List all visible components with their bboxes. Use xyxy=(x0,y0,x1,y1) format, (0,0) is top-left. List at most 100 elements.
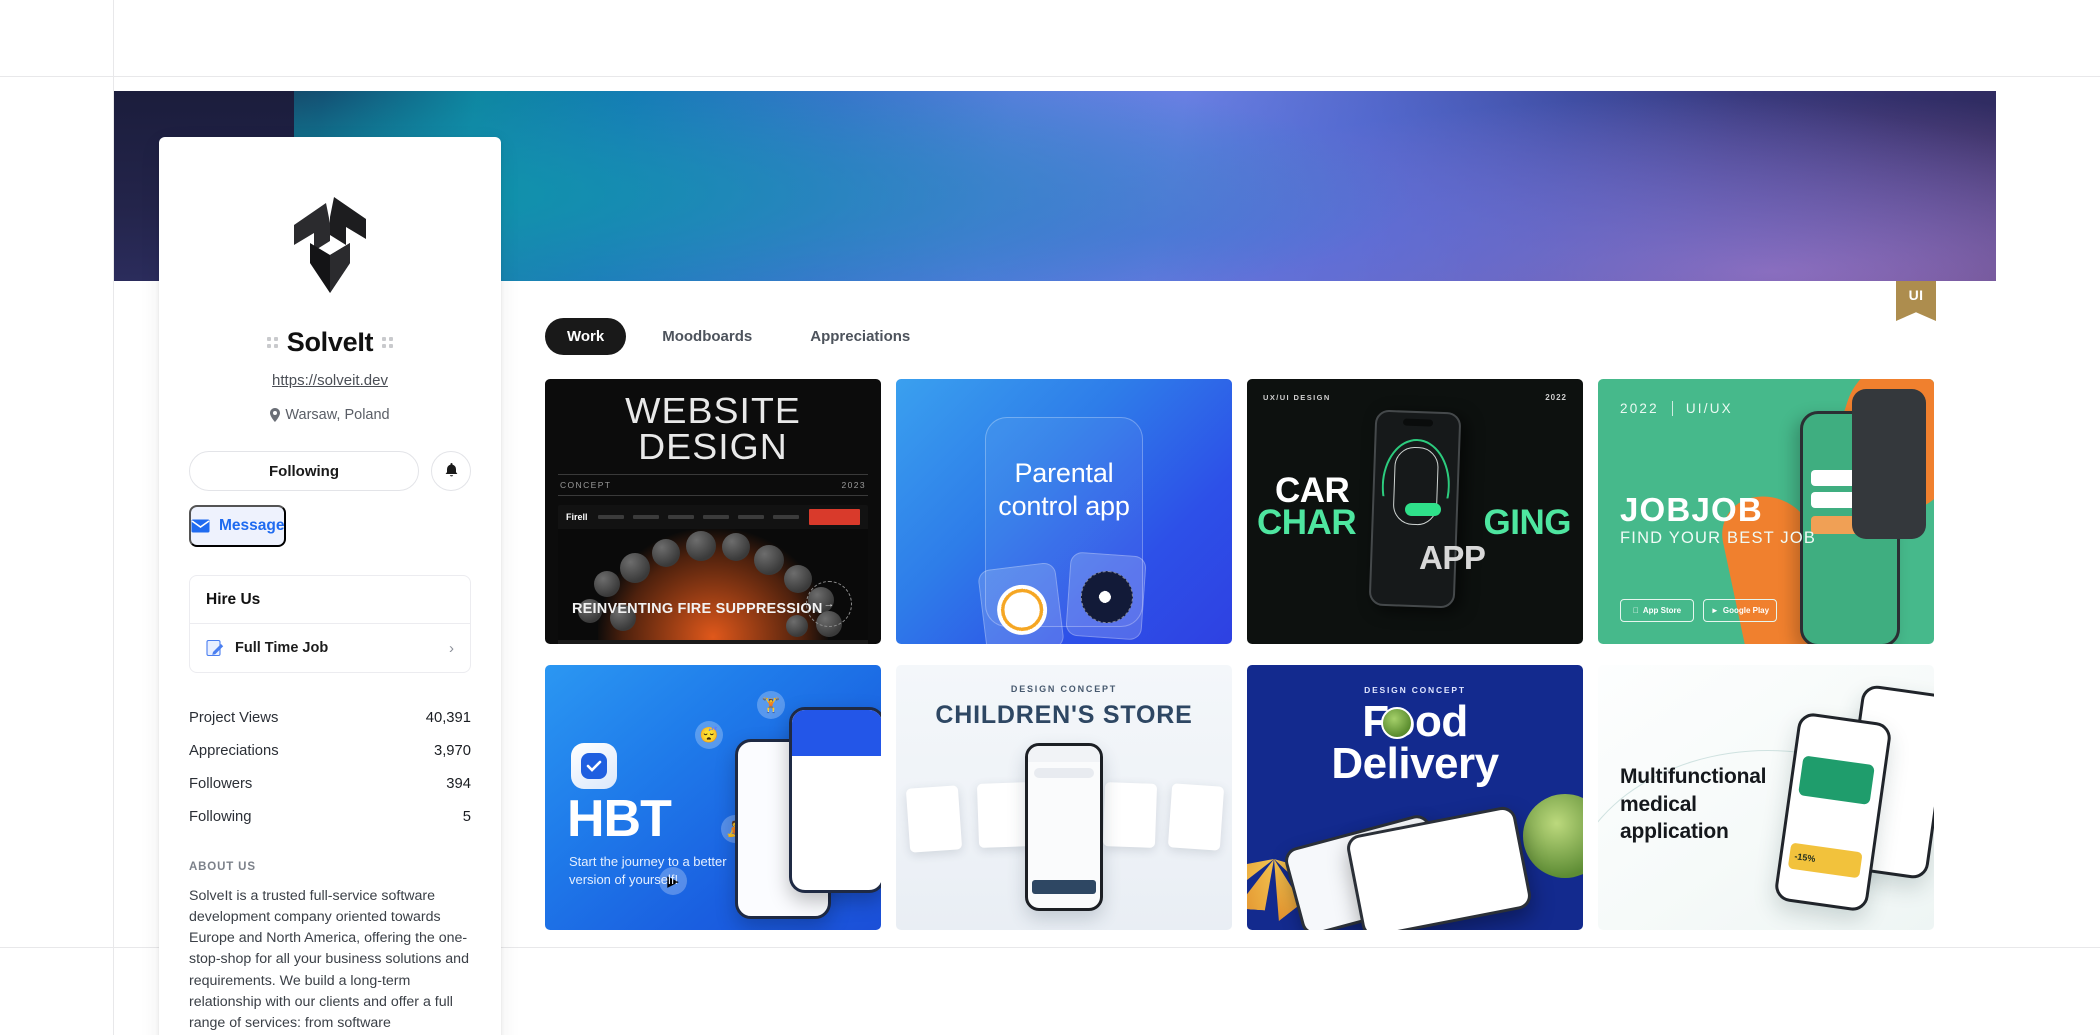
grid-dots-icon xyxy=(382,337,394,348)
google-play-label: Google Play xyxy=(1722,606,1770,615)
phone-cta xyxy=(1032,880,1096,894)
bowl-decor xyxy=(1381,707,1413,739)
projects-grid: WEBSITE DESIGN CONCEPT 2023 Firell REINV… xyxy=(545,379,1965,930)
phone-notch xyxy=(1402,418,1434,427)
tab-appreciations[interactable]: Appreciations xyxy=(788,318,932,355)
project-title-line2: medical xyxy=(1620,792,1697,816)
store-badges:  App Store ► Google Play xyxy=(1620,599,1777,622)
stat-label: Appreciations xyxy=(189,742,279,759)
pencil-document-icon xyxy=(206,639,224,657)
map-pin-icon xyxy=(270,408,281,422)
project-title-line1: Multifunctional xyxy=(1620,765,1767,788)
preview-footer: CERTIFICATES AND TRADEMARKS xyxy=(558,640,868,644)
project-card-parental-control-app[interactable]: Parental control app xyxy=(896,379,1232,644)
preview-cta-button xyxy=(808,509,860,525)
preview-headline: REINVENTING FIRE SUPPRESSION xyxy=(572,601,823,617)
website-link[interactable]: https://solveit.dev xyxy=(189,372,471,389)
message-button-label: Message xyxy=(219,517,285,534)
bell-icon xyxy=(445,463,457,477)
product-card xyxy=(976,782,1032,848)
envelope-icon xyxy=(191,519,210,533)
apple-icon:  xyxy=(1633,606,1639,615)
profile-name-row: SolveIt xyxy=(189,327,471,358)
project-meta-right: 2023 xyxy=(841,480,866,490)
project-meta-left: CONCEPT xyxy=(560,480,612,490)
project-title-line1: Parental xyxy=(1014,457,1114,488)
phone-promo-card: -15% xyxy=(1787,842,1863,879)
project-year: 2022 xyxy=(1545,393,1567,402)
project-title-word3: GING xyxy=(1483,503,1572,542)
app-store-badge:  App Store xyxy=(1620,599,1694,622)
profile-card: SolveIt https://solveit.dev Warsaw, Pola… xyxy=(159,137,501,1035)
check-shield-icon xyxy=(581,753,607,779)
stat-row: Followers 394 xyxy=(189,767,471,800)
project-title-line2: control app xyxy=(998,490,1130,521)
project-card-multifunctional-medical-application[interactable]: Multifunctional medical application -15% xyxy=(1598,665,1934,930)
project-preview: Firell REINVENTING FIRE SUPPRESSION → xyxy=(558,505,868,644)
project-card-hbt[interactable]: 😴 🏋 🍗 🥦 🧘 ▶ HBT Start th xyxy=(545,665,881,930)
solveit-logo-icon xyxy=(294,197,366,293)
project-title: Parental control app xyxy=(998,457,1130,523)
stat-label: Following xyxy=(189,808,252,825)
product-card xyxy=(1167,783,1225,851)
meta-divider xyxy=(1671,401,1673,416)
viewport-top-fill xyxy=(0,0,113,76)
notification-bell-button[interactable] xyxy=(431,451,471,491)
project-card-jobjob[interactable]: 2022 UI/UX JOBJOB FIND YOUR BEST JOB  A… xyxy=(1598,379,1934,644)
about-us-label: ABOUT US xyxy=(189,861,256,873)
preview-nav-links xyxy=(597,515,799,519)
tab-work[interactable]: Work xyxy=(545,318,627,355)
ribbon-label: UI xyxy=(1908,287,1924,303)
project-card-food-delivery[interactable]: DESIGN CONCEPT Food Delivery xyxy=(1247,665,1583,930)
message-button[interactable]: Message xyxy=(189,505,287,547)
product-card xyxy=(905,785,963,853)
location-label: Warsaw, Poland xyxy=(285,407,390,423)
stat-label: Followers xyxy=(189,775,253,792)
page-title: SolveIt xyxy=(286,327,374,357)
location: Warsaw, Poland xyxy=(189,407,471,423)
project-meta: 2022 UI/UX xyxy=(1620,401,1733,416)
tab-moodboards[interactable]: Moodboards xyxy=(640,318,774,355)
hbt-app-icon xyxy=(571,743,617,789)
phone-status-bar xyxy=(1028,746,1100,762)
app-store-label: App Store xyxy=(1639,606,1681,615)
profile-logo xyxy=(189,193,471,297)
project-card-car-charging-app[interactable]: UX/UI DESIGN 2022 CAR CHAR GING APP xyxy=(1247,379,1583,644)
project-subtitle: FIND YOUR BEST JOB xyxy=(1620,529,1817,547)
stat-label: Project Views xyxy=(189,709,279,726)
phone-green-card xyxy=(1798,755,1875,805)
about-us-text: SolveIt is a trusted full-service softwa… xyxy=(189,888,469,1031)
project-phone-mockup-front xyxy=(789,707,881,893)
chevron-right-icon: › xyxy=(449,639,454,657)
hire-full-time-job-item[interactable]: Full Time Job › xyxy=(190,624,470,672)
hire-us-title: Hire Us xyxy=(190,576,470,624)
project-tag: DESIGN CONCEPT xyxy=(1364,685,1466,695)
project-widget-card xyxy=(1065,551,1147,641)
stat-row: Project Views 40,391 xyxy=(189,701,471,734)
project-phone-mockup-front xyxy=(1344,804,1534,930)
project-title-word4: APP xyxy=(1419,539,1486,576)
project-title: JOBJOB xyxy=(1620,491,1763,528)
page-root: UI SolveIt https://solveit.dev Warsaw, P… xyxy=(0,0,2100,1035)
project-subtitle-line1: Start the journey to a better xyxy=(569,854,727,869)
project-meta: CONCEPT 2023 xyxy=(558,474,868,496)
stat-value: 3,970 xyxy=(433,742,471,759)
following-button[interactable]: Following xyxy=(189,451,419,491)
project-tag: UX/UI DESIGN xyxy=(1263,393,1331,402)
stat-value: 5 xyxy=(462,808,471,825)
project-phone-mockup xyxy=(1025,743,1103,911)
preview-brand: Firell xyxy=(566,512,588,522)
project-card-childrens-store[interactable]: DESIGN CONCEPT CHILDREN'S STORE xyxy=(896,665,1232,930)
project-subtitle: Start the journey to a better version of… xyxy=(569,853,727,890)
stat-value: 394 xyxy=(446,775,471,792)
project-title: WEBSITE DESIGN xyxy=(625,390,801,467)
project-category: UI/UX xyxy=(1685,401,1733,416)
project-title: CHILDREN'S STORE xyxy=(935,701,1193,729)
profile-tabs: Work Moodboards Appreciations xyxy=(545,318,1965,355)
project-widget-card xyxy=(977,561,1065,644)
project-card-website-design[interactable]: WEBSITE DESIGN CONCEPT 2023 Firell REINV… xyxy=(545,379,881,644)
hire-item-label: Full Time Job xyxy=(235,640,329,656)
google-play-badge: ► Google Play xyxy=(1703,599,1777,622)
preview-arrow-badge: → xyxy=(806,581,852,627)
profile-actions: Following xyxy=(189,451,471,491)
